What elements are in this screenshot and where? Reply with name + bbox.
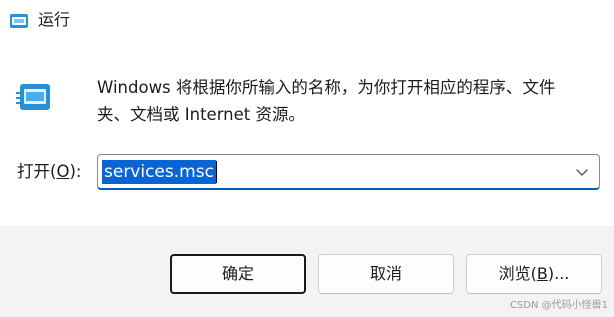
open-input[interactable]: services.msc <box>102 160 217 184</box>
browse-label-prefix: 浏览( <box>498 264 537 283</box>
open-label: 打开(O): <box>17 160 81 184</box>
open-label-suffix: ): <box>69 162 82 181</box>
dialog-description: Windows 将根据你所输入的名称，为你打开相应的程序、文件夹、文档或 Int… <box>97 78 556 124</box>
open-label-prefix: 打开( <box>17 162 57 181</box>
browse-button[interactable]: 浏览(B)... <box>466 254 602 294</box>
text-caret <box>215 161 217 183</box>
run-app-icon <box>16 84 50 110</box>
cancel-button[interactable]: 取消 <box>318 254 454 294</box>
open-combobox[interactable]: services.msc <box>97 154 600 190</box>
window-title: 运行 <box>38 10 71 29</box>
open-input-value: services.msc <box>102 160 216 184</box>
open-label-hotkey: O <box>56 162 70 181</box>
browse-label-suffix: )... <box>547 264 570 283</box>
watermark: CSDN @代码小怪兽1 <box>509 300 608 311</box>
chevron-down-icon[interactable] <box>571 161 593 183</box>
browse-label-hotkey: B <box>536 264 548 283</box>
run-dialog: 运行 Windows 将根据你所输入的名称，为你打开相应的程序、文件夹、文档或 … <box>0 0 614 317</box>
dialog-content: 运行 Windows 将根据你所输入的名称，为你打开相应的程序、文件夹、文档或 … <box>0 0 614 226</box>
run-icon <box>10 14 28 28</box>
ok-button[interactable]: 确定 <box>170 254 306 294</box>
